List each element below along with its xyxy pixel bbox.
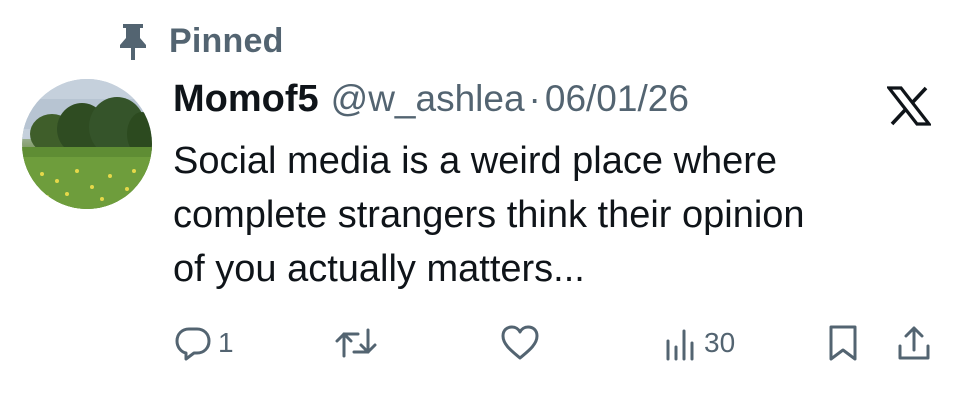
tweet-line: of you actually matters... — [173, 248, 585, 290]
pinned-indicator: Pinned — [115, 18, 284, 64]
share-icon — [896, 324, 932, 362]
bookmark-button[interactable] — [826, 318, 860, 368]
views-count: 30 — [704, 327, 736, 358]
separator-dot: · — [528, 78, 541, 119]
repost-button[interactable] — [334, 318, 384, 368]
x-logo-icon — [887, 86, 931, 126]
tweet-line: Social media is a weird place where — [173, 140, 778, 182]
views-button[interactable]: 30 — [664, 318, 735, 368]
action-bar: 1 30 — [0, 318, 959, 368]
views-icon — [664, 325, 698, 361]
repost-icon — [334, 324, 378, 362]
post-date[interactable]: 06/01/26 — [545, 78, 689, 120]
bookmark-icon — [826, 324, 860, 362]
reply-button[interactable]: 1 — [174, 318, 234, 368]
avatar[interactable] — [22, 79, 152, 209]
reply-icon — [174, 324, 212, 362]
tweet-header: Momof5 @w_ashlea · 06/01/26 — [173, 78, 689, 126]
pinned-label: Pinned — [169, 21, 284, 60]
pin-icon — [115, 21, 151, 61]
share-button[interactable] — [896, 318, 932, 368]
tweet-text: Social media is a weird place where comp… — [173, 134, 943, 296]
user-handle[interactable]: @w_ashlea — [331, 78, 525, 120]
heart-icon — [500, 324, 540, 362]
display-name[interactable]: Momof5 — [173, 78, 319, 121]
like-button[interactable] — [500, 318, 546, 368]
reply-count: 1 — [218, 327, 234, 358]
tweet-line: complete strangers think their opinion — [173, 194, 805, 236]
